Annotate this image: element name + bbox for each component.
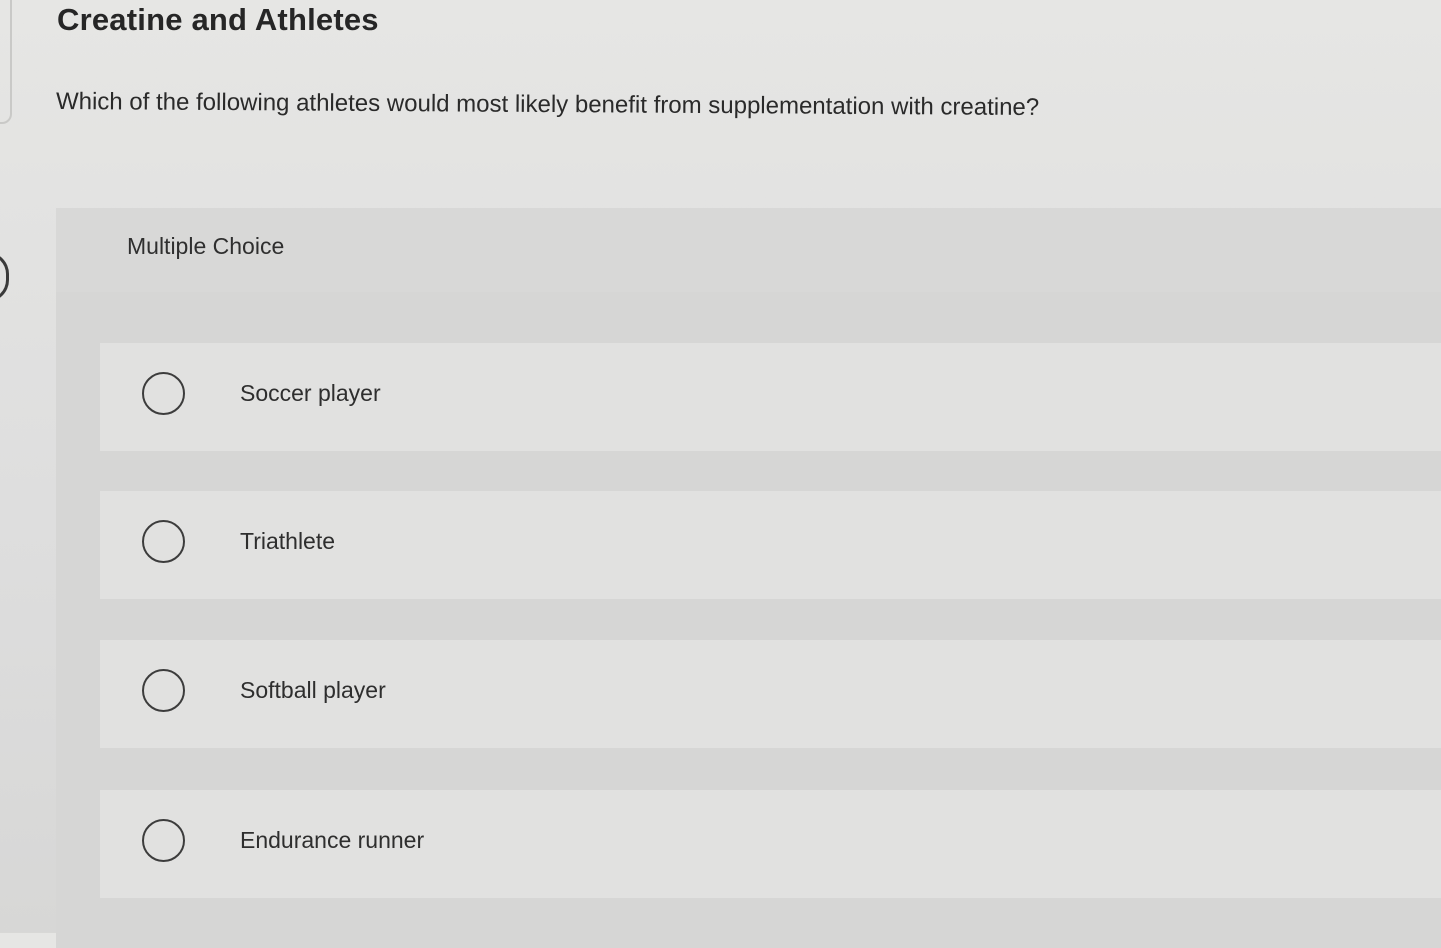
radio-button[interactable] <box>142 520 185 563</box>
multiple-choice-panel: Multiple Choice Soccer player Triathlete… <box>56 208 1441 948</box>
radio-button[interactable] <box>142 669 185 712</box>
multiple-choice-header: Multiple Choice <box>56 208 1441 292</box>
radio-button[interactable] <box>142 819 185 862</box>
left-panel-edge <box>0 0 12 124</box>
option-label[interactable]: Softball player <box>240 677 386 704</box>
radio-button[interactable] <box>142 372 185 415</box>
answer-option-soccer-player[interactable]: Soccer player <box>100 343 1441 451</box>
answer-option-endurance-runner[interactable]: Endurance runner <box>100 790 1441 898</box>
answer-option-triathlete[interactable]: Triathlete <box>100 491 1441 599</box>
answer-option-softball-player[interactable]: Softball player <box>100 640 1441 748</box>
option-label[interactable]: Soccer player <box>240 380 381 407</box>
multiple-choice-label: Multiple Choice <box>127 233 285 259</box>
page-title: Creatine and Athletes <box>57 2 379 37</box>
option-label[interactable]: Endurance runner <box>240 827 424 854</box>
question-prompt: Which of the following athletes would mo… <box>55 88 1040 122</box>
collapse-handle-icon[interactable] <box>0 252 9 302</box>
option-label[interactable]: Triathlete <box>240 528 335 555</box>
